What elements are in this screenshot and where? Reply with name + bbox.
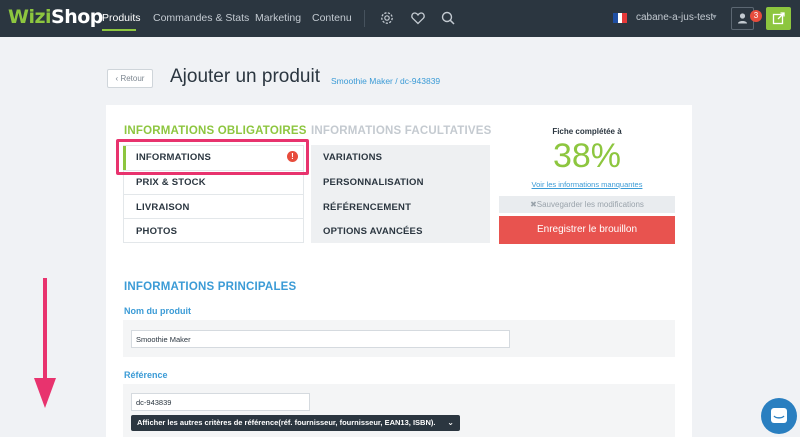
back-button[interactable]: ‹ Retour bbox=[107, 69, 153, 88]
reference-input[interactable] bbox=[131, 393, 310, 411]
reference-label: Référence bbox=[124, 370, 168, 380]
chat-button[interactable] bbox=[761, 398, 797, 434]
nav-contenu[interactable]: Contenu bbox=[312, 12, 352, 24]
wizishop-logo[interactable]: WiziShop bbox=[8, 6, 103, 28]
main-info-title: INFORMATIONS PRINCIPALES bbox=[124, 281, 297, 293]
optional-section-title: INFORMATIONS FACULTATIVES bbox=[311, 125, 492, 137]
save-draft-button[interactable]: Enregistrer le brouillon bbox=[499, 216, 675, 244]
divider bbox=[124, 218, 303, 219]
missing-info-link[interactable]: Voir les informations manquantes bbox=[499, 180, 675, 189]
nav-marketing[interactable]: Marketing bbox=[255, 12, 301, 24]
scroll-down-arrow-icon bbox=[34, 278, 56, 408]
product-name-input[interactable] bbox=[131, 330, 510, 348]
tab-options-avancees[interactable]: OPTIONS AVANCÉES bbox=[323, 226, 423, 237]
completion-label: Fiche complétée à bbox=[552, 127, 622, 136]
notification-badge: 3 bbox=[750, 10, 762, 22]
required-section-title: INFORMATIONS OBLIGATOIRES bbox=[124, 125, 307, 137]
gear-icon[interactable] bbox=[379, 10, 395, 26]
save-changes-button[interactable]: ✖Sauvegarder les modifications bbox=[499, 196, 675, 213]
product-name-label: Nom du produit bbox=[124, 306, 191, 316]
tab-livraison[interactable]: LIVRAISON bbox=[136, 202, 190, 213]
chevron-down-icon: ⌄ bbox=[447, 418, 454, 427]
close-icon: ✖ bbox=[530, 200, 537, 209]
tab-personnalisation[interactable]: PERSONNALISATION bbox=[323, 177, 424, 188]
nav-divider bbox=[364, 10, 365, 27]
highlight-box bbox=[116, 139, 309, 175]
chevron-down-icon[interactable]: ▼ bbox=[711, 14, 718, 21]
page-title: Ajouter un produit bbox=[170, 66, 320, 87]
nav-commandes-stats[interactable]: Commandes & Stats bbox=[153, 12, 249, 24]
heart-icon[interactable] bbox=[410, 10, 426, 26]
product-breadcrumb: Smoothie Maker / dc-943839 bbox=[331, 76, 441, 86]
external-link-icon bbox=[772, 12, 785, 25]
tab-referencement[interactable]: RÉFÉRENCEMENT bbox=[323, 202, 411, 213]
store-selector[interactable]: cabane-a-jus-test bbox=[636, 12, 713, 23]
view-store-button[interactable] bbox=[766, 7, 791, 30]
french-flag-icon bbox=[613, 13, 628, 23]
nav-produits[interactable]: Produits bbox=[102, 12, 141, 24]
tab-prix-stock[interactable]: PRIX & STOCK bbox=[136, 177, 206, 188]
tab-photos[interactable]: PHOTOS bbox=[136, 226, 177, 237]
nav-active-indicator bbox=[102, 29, 136, 31]
divider bbox=[124, 194, 303, 195]
chat-icon bbox=[771, 408, 787, 423]
search-icon[interactable] bbox=[440, 10, 456, 26]
completion-percent: 38% bbox=[552, 137, 622, 175]
more-criteria-button[interactable]: Afficher les autres critères de référenc… bbox=[131, 415, 460, 431]
tab-variations[interactable]: VARIATIONS bbox=[323, 152, 382, 163]
